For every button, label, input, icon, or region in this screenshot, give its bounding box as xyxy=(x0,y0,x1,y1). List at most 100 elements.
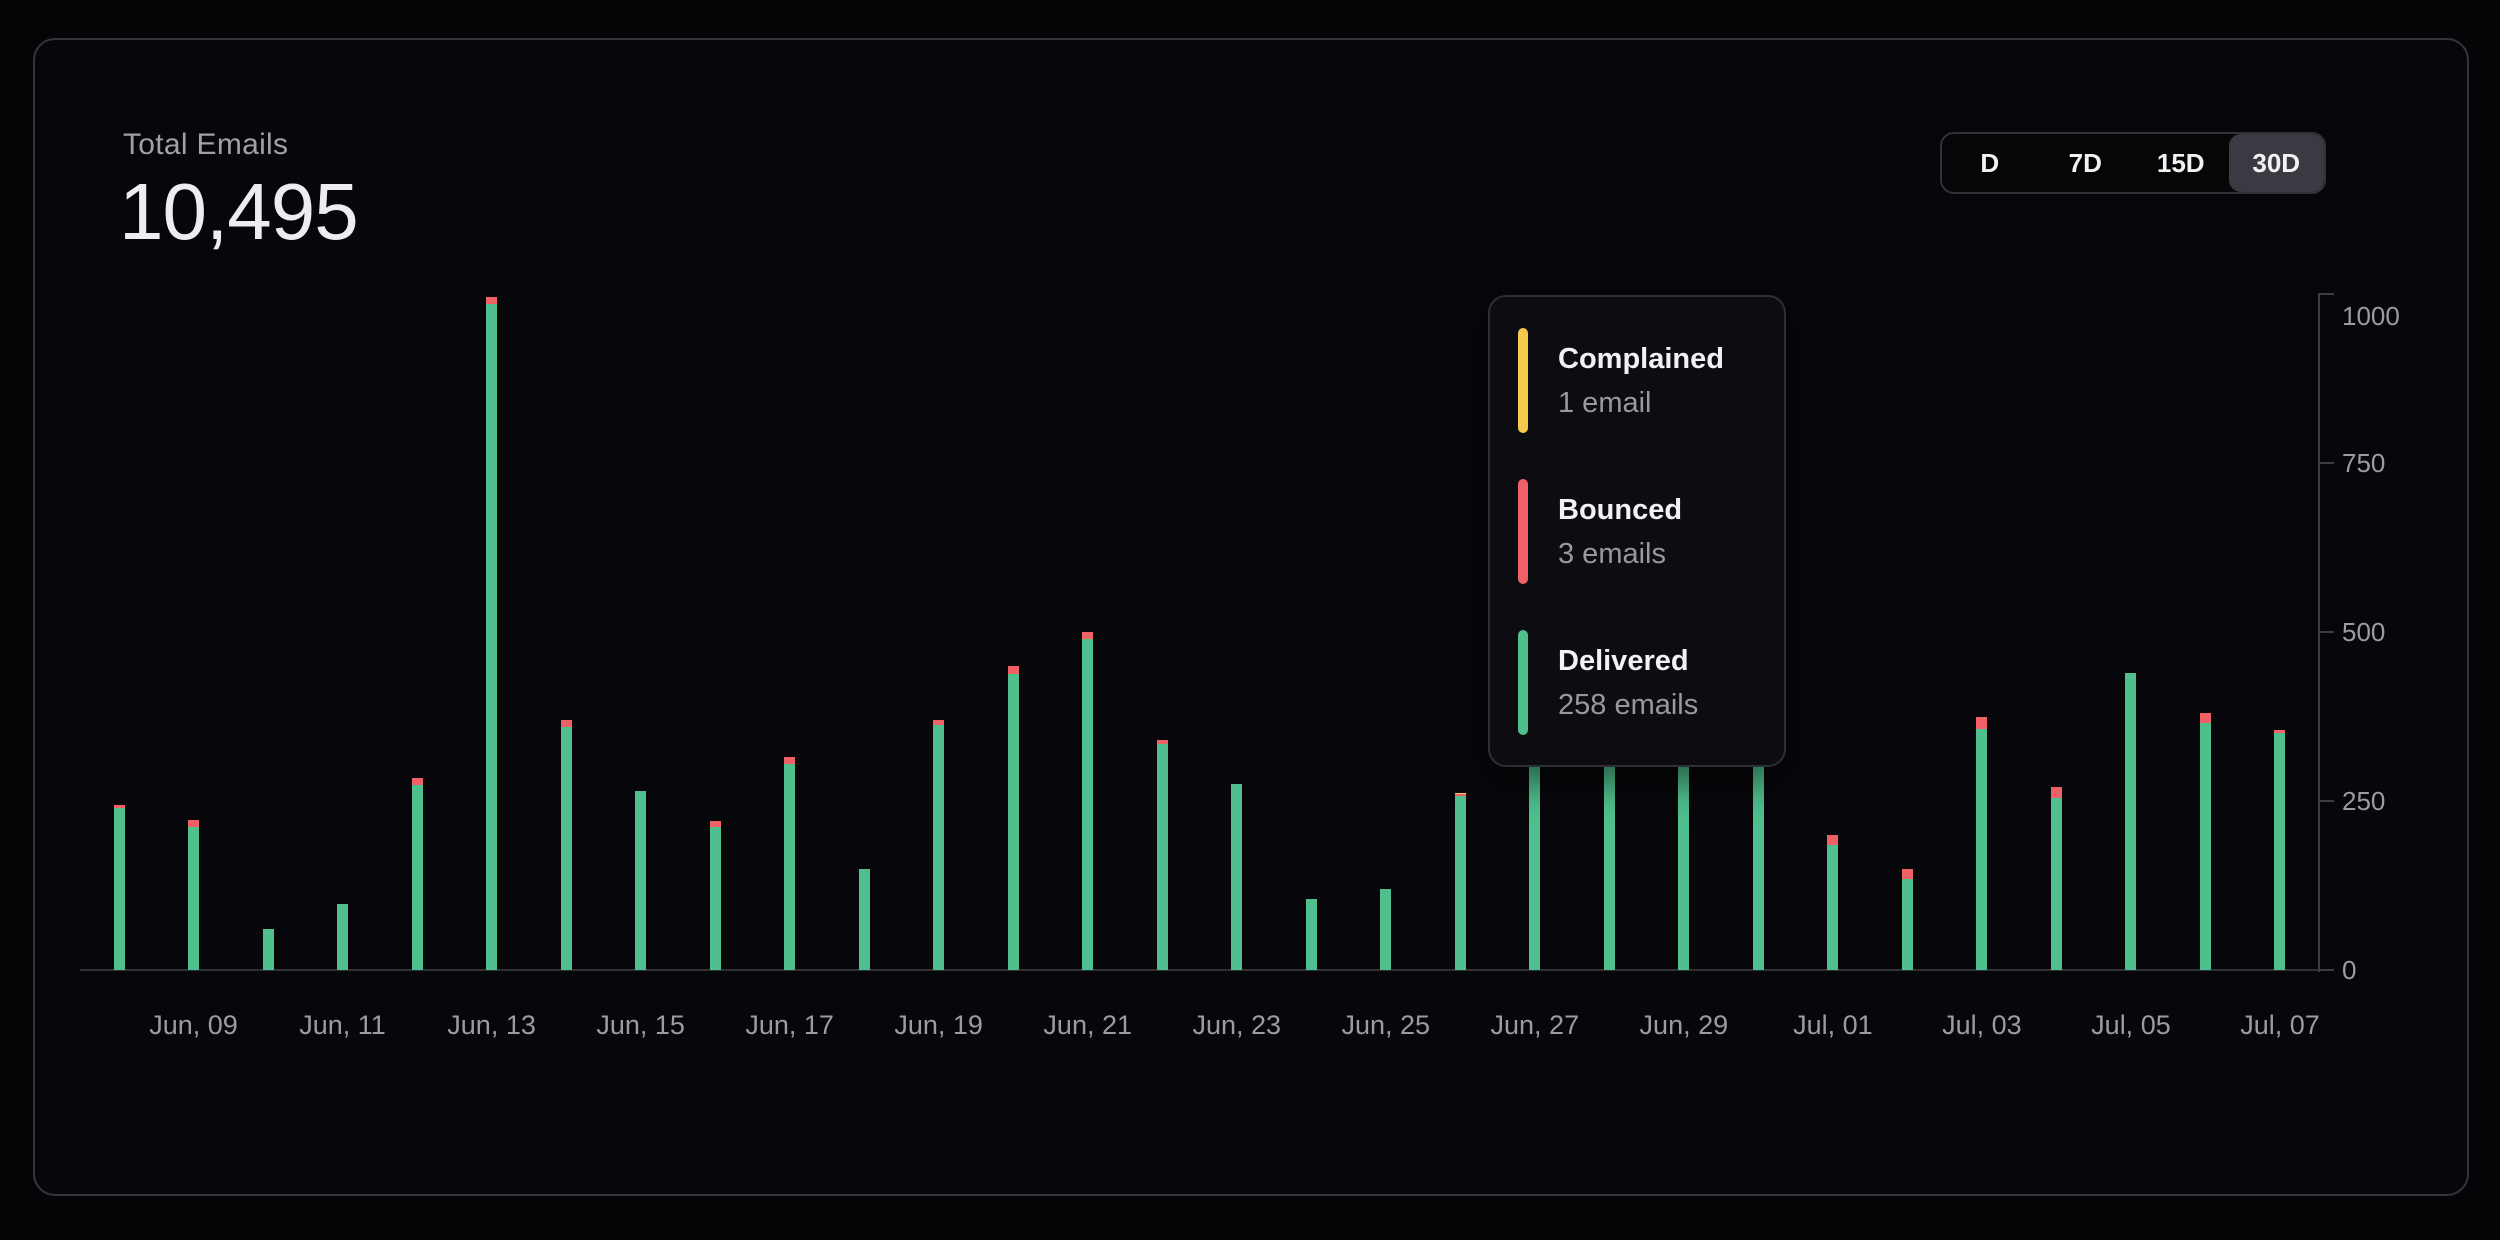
delivered-segment xyxy=(710,827,721,970)
tooltip-row-delivered: Delivered 258 emails xyxy=(1518,630,1764,735)
bar-jul-02[interactable] xyxy=(1902,869,1913,970)
x-axis-label: Jun, 29 xyxy=(1604,1010,1764,1041)
y-axis-tick xyxy=(2318,800,2334,802)
delivered-segment xyxy=(263,929,274,970)
x-axis-label: Jun, 19 xyxy=(859,1010,1019,1041)
delivered-segment xyxy=(2051,798,2062,970)
bar-jun-11[interactable] xyxy=(337,904,348,970)
tooltip-series-value: 258 emails xyxy=(1558,688,1698,722)
bar-jul-04[interactable] xyxy=(2051,787,2062,970)
delivered-segment xyxy=(1157,744,1168,970)
chart-tooltip: Complained1 email Bounced 3 emails Delivere… xyxy=(1488,295,1786,767)
delivered-segment xyxy=(1082,639,1093,970)
y-axis-label: 250 xyxy=(2342,785,2385,817)
bounced-segment xyxy=(784,757,795,764)
delivered-segment xyxy=(2125,673,2136,970)
bar-jul-06[interactable] xyxy=(2200,713,2211,970)
x-axis-label: Jun, 21 xyxy=(1008,1010,1168,1041)
bar-jul-05[interactable] xyxy=(2125,673,2136,970)
bar-jun-18[interactable] xyxy=(859,869,870,970)
bar-jun-17[interactable] xyxy=(784,757,795,970)
tooltip-series-name: Delivered xyxy=(1558,644,1698,678)
bounced-segment xyxy=(561,720,572,727)
complained-swatch-icon xyxy=(1518,328,1528,433)
tooltip-series-value: 3 emails xyxy=(1558,537,1682,571)
y-axis-label: 500 xyxy=(2342,616,2385,648)
tooltip-row-bounced: Bounced 3 emails xyxy=(1518,479,1764,584)
bounced-segment xyxy=(486,297,497,304)
bounced-segment xyxy=(1902,869,1913,879)
x-axis-label: Jul, 07 xyxy=(2200,1010,2360,1041)
y-axis-tick xyxy=(2318,631,2334,633)
delivered-segment xyxy=(188,827,199,970)
bar-jun-13[interactable] xyxy=(486,297,497,970)
bar-jun-10[interactable] xyxy=(263,929,274,970)
bar-jun-20[interactable] xyxy=(1008,666,1019,970)
bounced-swatch-icon xyxy=(1518,479,1528,584)
bar-jun-22[interactable] xyxy=(1157,740,1168,970)
delivered-segment xyxy=(1827,845,1838,970)
bar-jun-09[interactable] xyxy=(188,820,199,970)
bounced-segment xyxy=(412,778,423,785)
y-axis-tick xyxy=(2318,969,2334,971)
delivered-swatch-icon xyxy=(1518,630,1528,735)
tooltip-row-complained: Complained1 email xyxy=(1518,328,1764,433)
email-volume-chart: Jun, 09Jun, 11Jun, 13Jun, 15Jun, 17Jun, … xyxy=(0,0,2500,1240)
delivered-segment xyxy=(1231,784,1242,970)
bar-jun-16[interactable] xyxy=(710,821,721,970)
bar-jun-24[interactable] xyxy=(1306,899,1317,970)
x-axis-label: Jun, 09 xyxy=(114,1010,274,1041)
bar-jun-14[interactable] xyxy=(561,720,572,970)
delivered-segment xyxy=(561,727,572,970)
y-axis-label: 1000 xyxy=(2342,300,2400,332)
bar-jun-23[interactable] xyxy=(1231,784,1242,970)
delivered-segment xyxy=(784,764,795,970)
delivered-segment xyxy=(486,304,497,970)
x-axis-label: Jun, 23 xyxy=(1157,1010,1317,1041)
bar-jun-26[interactable] xyxy=(1455,793,1466,970)
tooltip-series-value: 1 email xyxy=(1558,386,1724,420)
y-axis-label: 0 xyxy=(2342,954,2356,986)
bar-jul-01[interactable] xyxy=(1827,835,1838,970)
x-axis-label: Jun, 15 xyxy=(561,1010,721,1041)
bar-jun-21[interactable] xyxy=(1082,632,1093,970)
x-axis-label: Jul, 03 xyxy=(1902,1010,2062,1041)
y-axis-tick xyxy=(2318,293,2334,295)
bounced-segment xyxy=(1976,717,1987,729)
bounced-segment xyxy=(1008,666,1019,674)
bar-jun-25[interactable] xyxy=(1380,889,1391,970)
x-axis-label: Jun, 27 xyxy=(1455,1010,1615,1041)
bounced-segment xyxy=(2200,713,2211,723)
bounced-segment xyxy=(2051,787,2062,797)
x-axis-label: Jun, 17 xyxy=(710,1010,870,1041)
delivered-segment xyxy=(412,785,423,970)
delivered-segment xyxy=(1380,889,1391,970)
y-axis-label: 750 xyxy=(2342,447,2385,479)
y-axis-tick xyxy=(2318,462,2334,464)
bounced-segment xyxy=(188,820,199,827)
bar-jun-12[interactable] xyxy=(412,778,423,970)
delivered-segment xyxy=(2200,723,2211,970)
x-axis-label: Jun, 25 xyxy=(1306,1010,1466,1041)
delivered-segment xyxy=(1306,899,1317,970)
x-axis-label: Jul, 05 xyxy=(2051,1010,2211,1041)
delivered-segment xyxy=(1008,674,1019,970)
delivered-segment xyxy=(1902,879,1913,970)
delivered-segment xyxy=(114,808,125,970)
delivered-segment xyxy=(635,791,646,970)
delivered-segment xyxy=(859,869,870,970)
tooltip-series-name: Bounced xyxy=(1558,493,1682,527)
delivered-segment xyxy=(1455,796,1466,970)
bounced-segment xyxy=(1827,835,1838,845)
bar-jul-03[interactable] xyxy=(1976,717,1987,971)
x-axis-label: Jun, 13 xyxy=(412,1010,572,1041)
bar-jul-07[interactable] xyxy=(2274,730,2285,970)
bar-jun-08[interactable] xyxy=(114,805,125,970)
delivered-segment xyxy=(337,904,348,970)
x-axis-label: Jul, 01 xyxy=(1753,1010,1913,1041)
delivered-segment xyxy=(933,725,944,970)
bar-jun-15[interactable] xyxy=(635,791,646,970)
bar-jun-19[interactable] xyxy=(933,720,944,970)
delivered-segment xyxy=(1976,729,1987,970)
x-axis-label: Jun, 11 xyxy=(263,1010,423,1041)
